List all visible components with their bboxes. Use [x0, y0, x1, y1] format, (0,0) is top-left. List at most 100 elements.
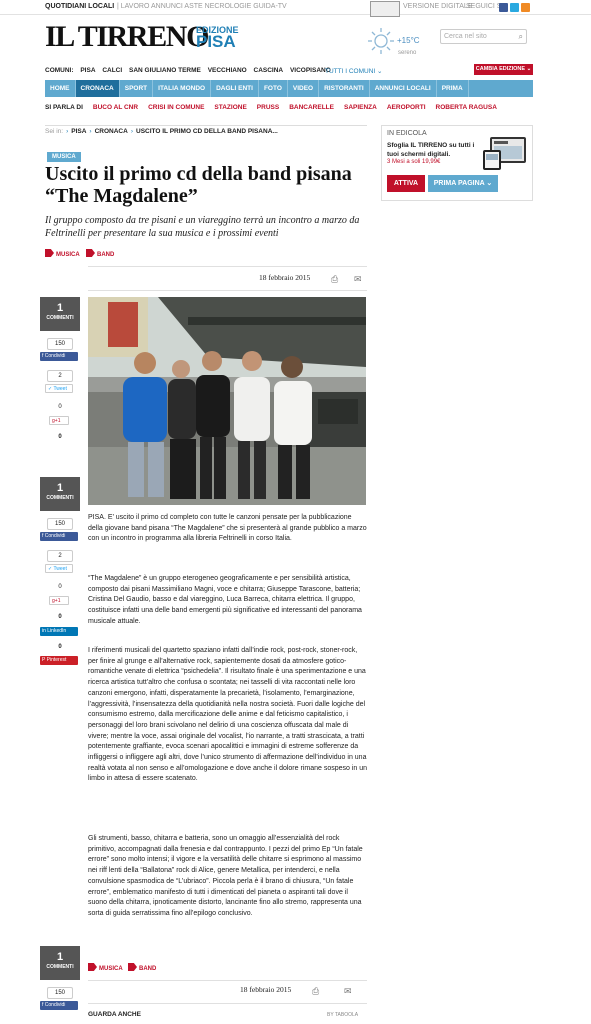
share-column: 1 COMMENTI 150 f Condividi 2 ✓ Tweet 0 g+…: [40, 477, 80, 665]
topic-link[interactable]: BUCO AL CNR: [93, 104, 138, 111]
search-input[interactable]: Cerca nel sito ⌕: [440, 29, 527, 44]
attiva-button[interactable]: ATTIVA: [387, 175, 425, 192]
top-links[interactable]: | LAVORO ANNUNCI ASTE NECROLOGIE GUIDA-T…: [117, 3, 287, 10]
edicola-offer: 3 Mesi a soli 19,99€: [387, 159, 441, 165]
topic-link[interactable]: CRISI IN COMUNE: [148, 104, 204, 111]
share-column: 1 COMMENTI 150 f Condividi 2 ✓ Tweet 0 g+…: [40, 297, 80, 444]
prima-pagina-button[interactable]: PRIMA PAGINA ⌄: [428, 175, 498, 192]
fb-label: Condividi: [44, 1002, 66, 1008]
pinterest-button[interactable]: P Pinterest: [40, 656, 78, 665]
sun-icon: [368, 28, 394, 54]
comments-label: COMMENTI: [46, 315, 74, 321]
comments-button[interactable]: 1 COMMENTI: [40, 477, 80, 511]
cambia-edizione-button[interactable]: CAMBIA EDIZIONE ⌄: [474, 64, 533, 75]
tag-label: BAND: [139, 966, 157, 972]
comuni-label: COMUNI:: [45, 67, 74, 74]
devices-image: [483, 137, 526, 170]
twitter-count: 2: [47, 370, 73, 382]
nav-home[interactable]: HOME: [45, 80, 76, 97]
tag-icon: [88, 963, 97, 971]
tag-musica[interactable]: MUSICA: [88, 963, 123, 972]
rss-icon[interactable]: [521, 3, 530, 12]
comments-button[interactable]: 1 COMMENTI: [40, 946, 80, 980]
email-icon[interactable]: ✉: [354, 275, 363, 284]
comments-label: COMMENTI: [46, 964, 74, 970]
comune-san-giuliano[interactable]: SAN GIULIANO TERME: [129, 67, 201, 74]
tag-musica[interactable]: MUSICA: [45, 249, 80, 258]
divider: [88, 980, 367, 981]
weather-label: sereno: [398, 50, 417, 56]
paragraph: PISA. E’ uscito il primo cd completo con…: [88, 514, 367, 543]
gplus-button[interactable]: g+1: [49, 596, 69, 605]
facebook-count: 150: [47, 518, 73, 530]
email-icon[interactable]: ✉: [344, 987, 353, 996]
nav-annunci-locali[interactable]: ANNUNCI LOCALI: [370, 80, 437, 97]
linkedin-button[interactable]: in LinkedIn: [40, 627, 78, 636]
nav-sport[interactable]: SPORT: [120, 80, 154, 97]
topic-link[interactable]: SAPIENZA: [344, 104, 377, 111]
nav-ristoranti[interactable]: RISTORANTI: [319, 80, 370, 97]
breadcrumb-cronaca[interactable]: CRONACA: [95, 128, 128, 135]
paragraph: I riferimenti musicali del quartetto spa…: [88, 647, 368, 783]
nav-video[interactable]: VIDEO: [288, 80, 320, 97]
breadcrumb-pisa[interactable]: PISA: [71, 128, 86, 135]
breadcrumb-label: Sei in:: [45, 128, 64, 135]
tag-label: MUSICA: [99, 966, 123, 972]
versione-digitale-link[interactable]: VERSIONE DIGITALE: [403, 3, 473, 10]
share-column: 1 COMMENTI 150 f Condividi: [40, 946, 80, 1010]
facebook-count: 150: [47, 338, 73, 350]
digital-edition-icon[interactable]: [370, 1, 400, 17]
edicola-text: Sfoglia IL TIRRENO su tutti i tuoi scher…: [387, 142, 475, 158]
tag-icon: [86, 249, 95, 257]
gplus-button[interactable]: g+1: [49, 416, 69, 425]
topic-link[interactable]: PRUSS: [257, 104, 279, 111]
comune-cascina[interactable]: CASCINA: [254, 67, 284, 74]
comune-pisa[interactable]: PISA: [80, 67, 95, 74]
fb-label: Condividi: [44, 353, 66, 359]
nav-prima[interactable]: PRIMA: [437, 80, 469, 97]
article-date: 18 febbraio 2015: [240, 985, 292, 994]
tutti-i-comuni-dropdown[interactable]: TUTTI I COMUNI ⌄: [325, 67, 382, 75]
band-photo[interactable]: [88, 297, 366, 505]
tag-label: MUSICA: [56, 252, 80, 258]
main-nav: HOME CRONACA SPORT ITALIA MONDO DAGLI EN…: [45, 80, 533, 97]
quotidiani-locali-menu[interactable]: QUOTIDIANI LOCALI: [45, 3, 114, 10]
nav-italia-mondo[interactable]: ITALIA MONDO: [153, 80, 212, 97]
pinterest-count: 0: [47, 642, 73, 654]
edicola-heading: IN EDICOLA: [387, 130, 427, 137]
comune-vecchiano[interactable]: VECCHIANO: [208, 67, 247, 74]
site-logo[interactable]: IL TIRRENO: [45, 20, 209, 54]
trending-topics: SI PARLA DI BUCO AL CNR CRISI IN COMUNE …: [45, 104, 497, 111]
search-icon[interactable]: ⌕: [519, 32, 523, 42]
facebook-share-button[interactable]: f Condividi: [40, 352, 78, 361]
tag-band[interactable]: BAND: [86, 249, 114, 258]
print-icon[interactable]: ⎙: [331, 275, 340, 284]
comments-button[interactable]: 1 COMMENTI: [40, 297, 80, 331]
nav-cronaca[interactable]: CRONACA: [75, 80, 120, 97]
taboola-label[interactable]: BY TABOOLA: [327, 1012, 358, 1018]
pinterest-label: Pinterest: [46, 657, 67, 663]
section-badge[interactable]: MUSICA: [47, 152, 81, 162]
trending-label: SI PARLA DI: [45, 104, 83, 111]
tweet-button[interactable]: ✓ Tweet: [45, 384, 73, 393]
comments-count: 1: [56, 482, 64, 494]
topic-link[interactable]: ROBERTA RAGUSA: [436, 104, 497, 111]
tweet-button[interactable]: ✓ Tweet: [45, 564, 73, 573]
tweet-label: Tweet: [53, 566, 67, 572]
facebook-share-button[interactable]: f Condividi: [40, 1001, 78, 1010]
topic-link[interactable]: BANCARELLE: [289, 104, 334, 111]
paragraph: Gli strumenti, basso, chitarra e batteri…: [88, 835, 363, 917]
tag-band[interactable]: BAND: [128, 963, 156, 972]
nav-foto[interactable]: FOTO: [259, 80, 288, 97]
gplus-label: +1: [54, 418, 61, 424]
comune-calci[interactable]: CALCI: [102, 67, 122, 74]
print-icon[interactable]: ⎙: [312, 987, 321, 996]
twitter-icon[interactable]: [510, 3, 519, 12]
facebook-icon[interactable]: [499, 3, 508, 12]
facebook-share-button[interactable]: f Condividi: [40, 532, 78, 541]
tweet-label: Tweet: [53, 386, 67, 392]
topic-link[interactable]: STAZIONE: [214, 104, 246, 111]
topic-link[interactable]: AEROPORTI: [387, 104, 426, 111]
tag-label: BAND: [97, 252, 115, 258]
nav-dagli-enti[interactable]: DAGLI ENTI: [211, 80, 259, 97]
